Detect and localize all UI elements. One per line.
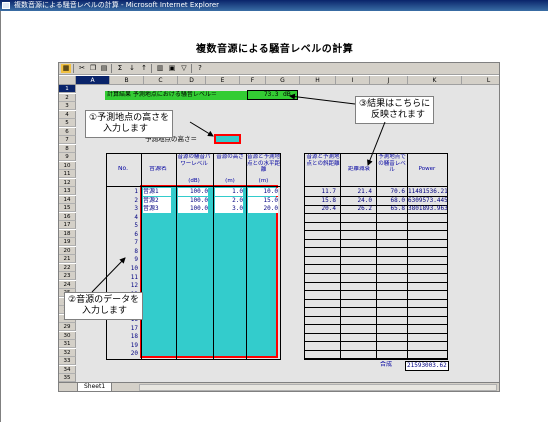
arrow-to-result bbox=[289, 93, 356, 105]
arrow-to-level-column bbox=[367, 121, 386, 166]
arrow-layer bbox=[91, 93, 386, 293]
arrow-to-height-input bbox=[189, 121, 214, 137]
arrow-to-source-input bbox=[91, 257, 126, 293]
